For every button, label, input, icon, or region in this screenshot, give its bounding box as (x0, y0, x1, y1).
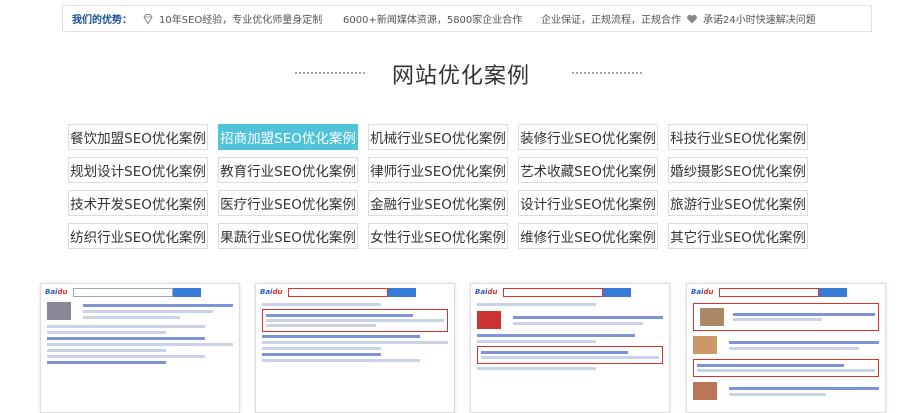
advantage-text: 6000+新闻媒体资源，5800家企业合作 (343, 15, 523, 26)
category-button[interactable]: 女性行业SEO优化案例 (368, 223, 508, 249)
category-button[interactable]: 艺术收藏SEO优化案例 (518, 157, 658, 183)
advantage-text: 企业保证，正规流程，正规合作 (541, 15, 681, 26)
advantage-item-promise: 承诺24小时快速解决问题 (686, 11, 816, 26)
advantages-bar: 我们的优势： 10年SEO经验，专业优化师量身定制 6000+新闻媒体资源，58… (62, 5, 872, 32)
category-button[interactable]: 机械行业SEO优化案例 (368, 124, 508, 150)
section-title: 网站优化案例 (391, 64, 530, 89)
category-button[interactable]: 金融行业SEO优化案例 (368, 190, 508, 216)
advantage-text: 承诺24小时快速解决问题 (703, 15, 816, 26)
case-thumbnail[interactable]: Baidu (40, 283, 240, 413)
advantage-item-resources: 6000+新闻媒体资源，5800家企业合作 (343, 11, 522, 26)
category-button[interactable]: 纺织行业SEO优化案例 (68, 223, 208, 249)
category-button[interactable]: 科技行业SEO优化案例 (668, 124, 808, 150)
category-button[interactable]: 维修行业SEO优化案例 (518, 223, 658, 249)
category-button[interactable]: 招商加盟SEO优化案例 (218, 124, 358, 150)
case-thumbnail[interactable]: Baidu (686, 283, 886, 413)
category-button[interactable]: 教育行业SEO优化案例 (218, 157, 358, 183)
category-button[interactable]: 规划设计SEO优化案例 (68, 157, 208, 183)
heart-icon (687, 14, 697, 23)
title-divider-right (572, 72, 642, 74)
case-thumbnail[interactable]: Baidu (255, 283, 455, 413)
category-button[interactable]: 装修行业SEO优化案例 (518, 124, 658, 150)
category-button[interactable]: 餐饮加盟SEO优化案例 (68, 124, 208, 150)
category-button[interactable]: 医疗行业SEO优化案例 (218, 190, 358, 216)
category-grid: 餐饮加盟SEO优化案例 招商加盟SEO优化案例 机械行业SEO优化案例 装修行业SEO… (68, 124, 810, 249)
category-button[interactable]: 律师行业SEO优化案例 (368, 157, 508, 183)
advantage-item-guarantee: 企业保证，正规流程，正规合作 (541, 11, 681, 26)
advantages-title: 我们的优势： (72, 15, 132, 26)
advantage-text: 10年SEO经验，专业优化师量身定制 (159, 15, 323, 26)
advantage-item-experience: 10年SEO经验，专业优化师量身定制 (142, 11, 322, 26)
case-thumbnail[interactable]: Baidu (470, 283, 670, 413)
baidu-logo-icon: Baidu (260, 288, 283, 296)
category-button[interactable]: 其它行业SEO优化案例 (668, 223, 808, 249)
category-button[interactable]: 技术开发SEO优化案例 (68, 190, 208, 216)
diamond-icon (143, 13, 153, 24)
category-button[interactable]: 果蔬行业SEO优化案例 (218, 223, 358, 249)
category-button[interactable]: 设计行业SEO优化案例 (518, 190, 658, 216)
category-button[interactable]: 婚纱摄影SEO优化案例 (668, 157, 808, 183)
baidu-logo-icon: Baidu (45, 288, 68, 296)
category-button[interactable]: 旅游行业SEO优化案例 (668, 190, 808, 216)
baidu-logo-icon: Baidu (691, 288, 714, 296)
baidu-logo-icon: Baidu (475, 288, 498, 296)
